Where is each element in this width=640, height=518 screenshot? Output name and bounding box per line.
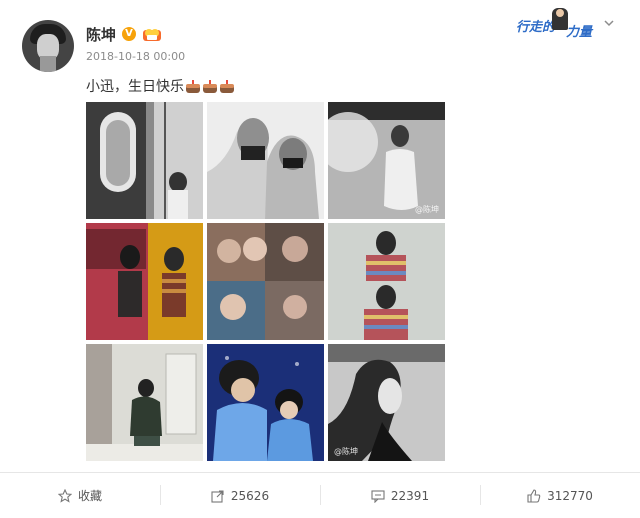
author-name[interactable]: 陈坤 — [86, 24, 116, 45]
favorite-label: 收藏 — [77, 489, 102, 503]
photo-grid: @陈坤 @陈坤 — [86, 102, 446, 462]
photo-white-dress[interactable]: @陈坤 — [328, 102, 445, 219]
photo-bw-profile[interactable]: @陈坤 — [328, 344, 445, 461]
promo-badge[interactable]: 行走的 力量 — [514, 6, 598, 40]
photo-window-portrait[interactable] — [86, 102, 203, 219]
author-avatar[interactable] — [22, 20, 74, 72]
weibo-post-card: 陈坤 V 2018-10-18 00:00 行走的 力量 小迅，生日快乐 @陈坤… — [0, 0, 640, 517]
cake-icon — [203, 80, 217, 93]
thumbs-up-icon — [527, 488, 541, 503]
star-icon — [57, 488, 72, 503]
comment-count: 22391 — [390, 488, 430, 503]
post-timestamp[interactable]: 2018-10-18 00:00 — [86, 50, 185, 63]
share-icon — [211, 489, 224, 503]
photo-blue-hoodies[interactable] — [207, 344, 324, 461]
action-bar: 收藏 25626 22391 312770 — [0, 472, 640, 518]
photo-collage-faces[interactable] — [207, 223, 324, 340]
like-count: 312770 — [547, 488, 593, 503]
photo-duo-colored-sweaters[interactable] — [86, 223, 203, 340]
photo-watermark-2: @陈坤 — [334, 447, 358, 456]
repost-count: 25626 — [230, 488, 270, 503]
post-text-content: 小迅，生日快乐 — [86, 79, 184, 95]
comment-button[interactable]: 22391 — [320, 473, 480, 518]
photo-watermark: @陈坤 — [415, 205, 439, 214]
photo-hooded-figures[interactable] — [207, 102, 324, 219]
comment-icon — [371, 489, 385, 503]
member-crown-icon — [143, 29, 161, 41]
cake-icon — [186, 80, 200, 93]
post-text: 小迅，生日快乐 — [86, 76, 235, 96]
chevron-down-icon[interactable] — [604, 18, 614, 28]
photo-seated-scarf[interactable] — [86, 344, 203, 461]
cake-icon — [220, 80, 234, 93]
favorite-button[interactable]: 收藏 — [0, 473, 160, 518]
repost-button[interactable]: 25626 — [160, 473, 320, 518]
verified-v-icon: V — [122, 27, 136, 41]
promo-text-1: 行走的 — [516, 20, 556, 35]
like-button[interactable]: 312770 — [480, 473, 640, 518]
promo-text-2: 力量 — [566, 25, 593, 40]
photo-striped-sweater[interactable] — [328, 223, 445, 340]
